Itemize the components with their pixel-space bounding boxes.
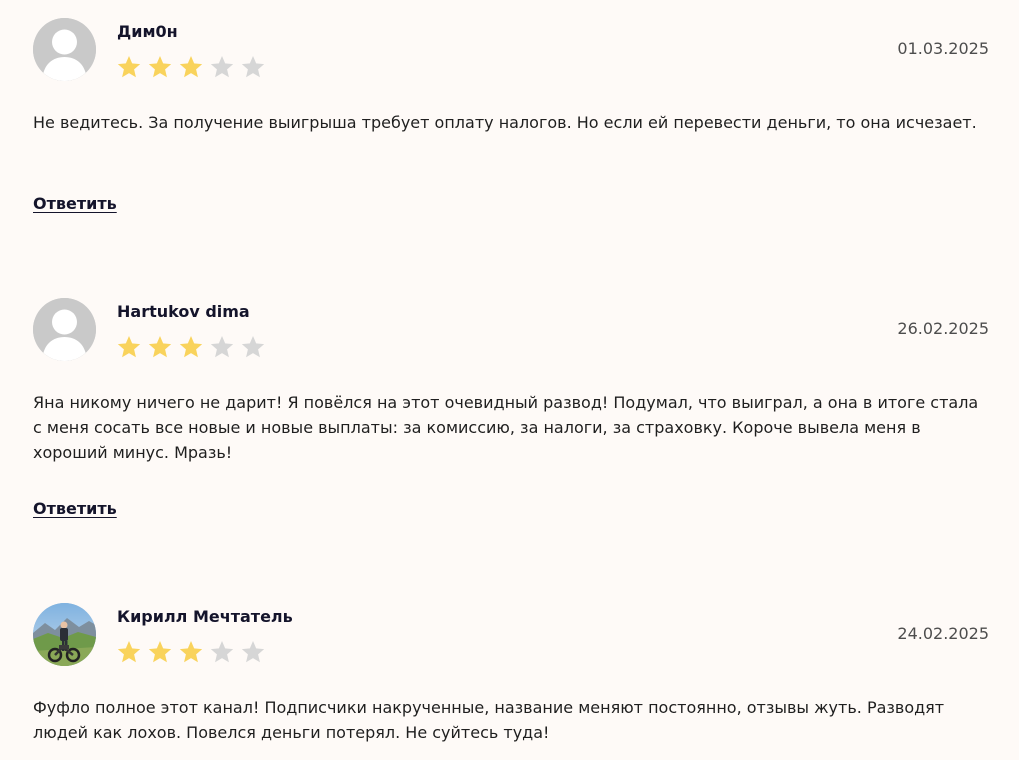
star-filled-icon <box>117 335 141 358</box>
review-item: Дим0н 01.03.2025 Не ведитесь. За получен… <box>0 0 1019 260</box>
star-rating <box>116 54 266 80</box>
default-user-icon <box>33 18 96 81</box>
star-empty-icon <box>210 335 234 358</box>
reply-link[interactable]: Ответить <box>33 499 117 518</box>
star-empty-icon <box>210 640 234 663</box>
star-rating <box>116 334 266 360</box>
review-author: Hartukov dima <box>117 302 250 321</box>
star-filled-icon <box>117 55 141 78</box>
review-item: Кирилл Мечтатель 24.02.2025 Фуфло полное… <box>0 585 1019 760</box>
review-item: Hartukov dima 26.02.2025 Яна никому ниче… <box>0 280 1019 550</box>
star-filled-icon <box>148 55 172 78</box>
star-filled-icon <box>179 335 203 358</box>
star-filled-icon <box>179 55 203 78</box>
review-text: Фуфло полное этот канал! Подписчики накр… <box>33 698 945 742</box>
review-text: Не ведитесь. За получение выигрыша требу… <box>33 113 977 132</box>
star-filled-icon <box>148 640 172 663</box>
star-filled-icon <box>117 640 141 663</box>
star-empty-icon <box>241 335 265 358</box>
star-empty-icon <box>210 55 234 78</box>
star-empty-icon <box>241 640 265 663</box>
star-rating <box>116 639 266 665</box>
review-date: 24.02.2025 <box>897 624 989 643</box>
review-author: Кирилл Мечтатель <box>117 607 293 626</box>
review-text: Яна никому ничего не дарит! Я повёлся на… <box>33 393 979 462</box>
review-date: 26.02.2025 <box>897 319 989 338</box>
reply-link[interactable]: Ответить <box>33 194 117 213</box>
user-photo-avatar <box>33 603 96 666</box>
review-date: 01.03.2025 <box>897 39 989 58</box>
star-filled-icon <box>148 335 172 358</box>
star-empty-icon <box>241 55 265 78</box>
review-author: Дим0н <box>117 22 178 41</box>
reviews-list: Дим0н 01.03.2025 Не ведитесь. За получен… <box>0 0 1019 760</box>
star-filled-icon <box>179 640 203 663</box>
default-user-icon <box>33 298 96 361</box>
